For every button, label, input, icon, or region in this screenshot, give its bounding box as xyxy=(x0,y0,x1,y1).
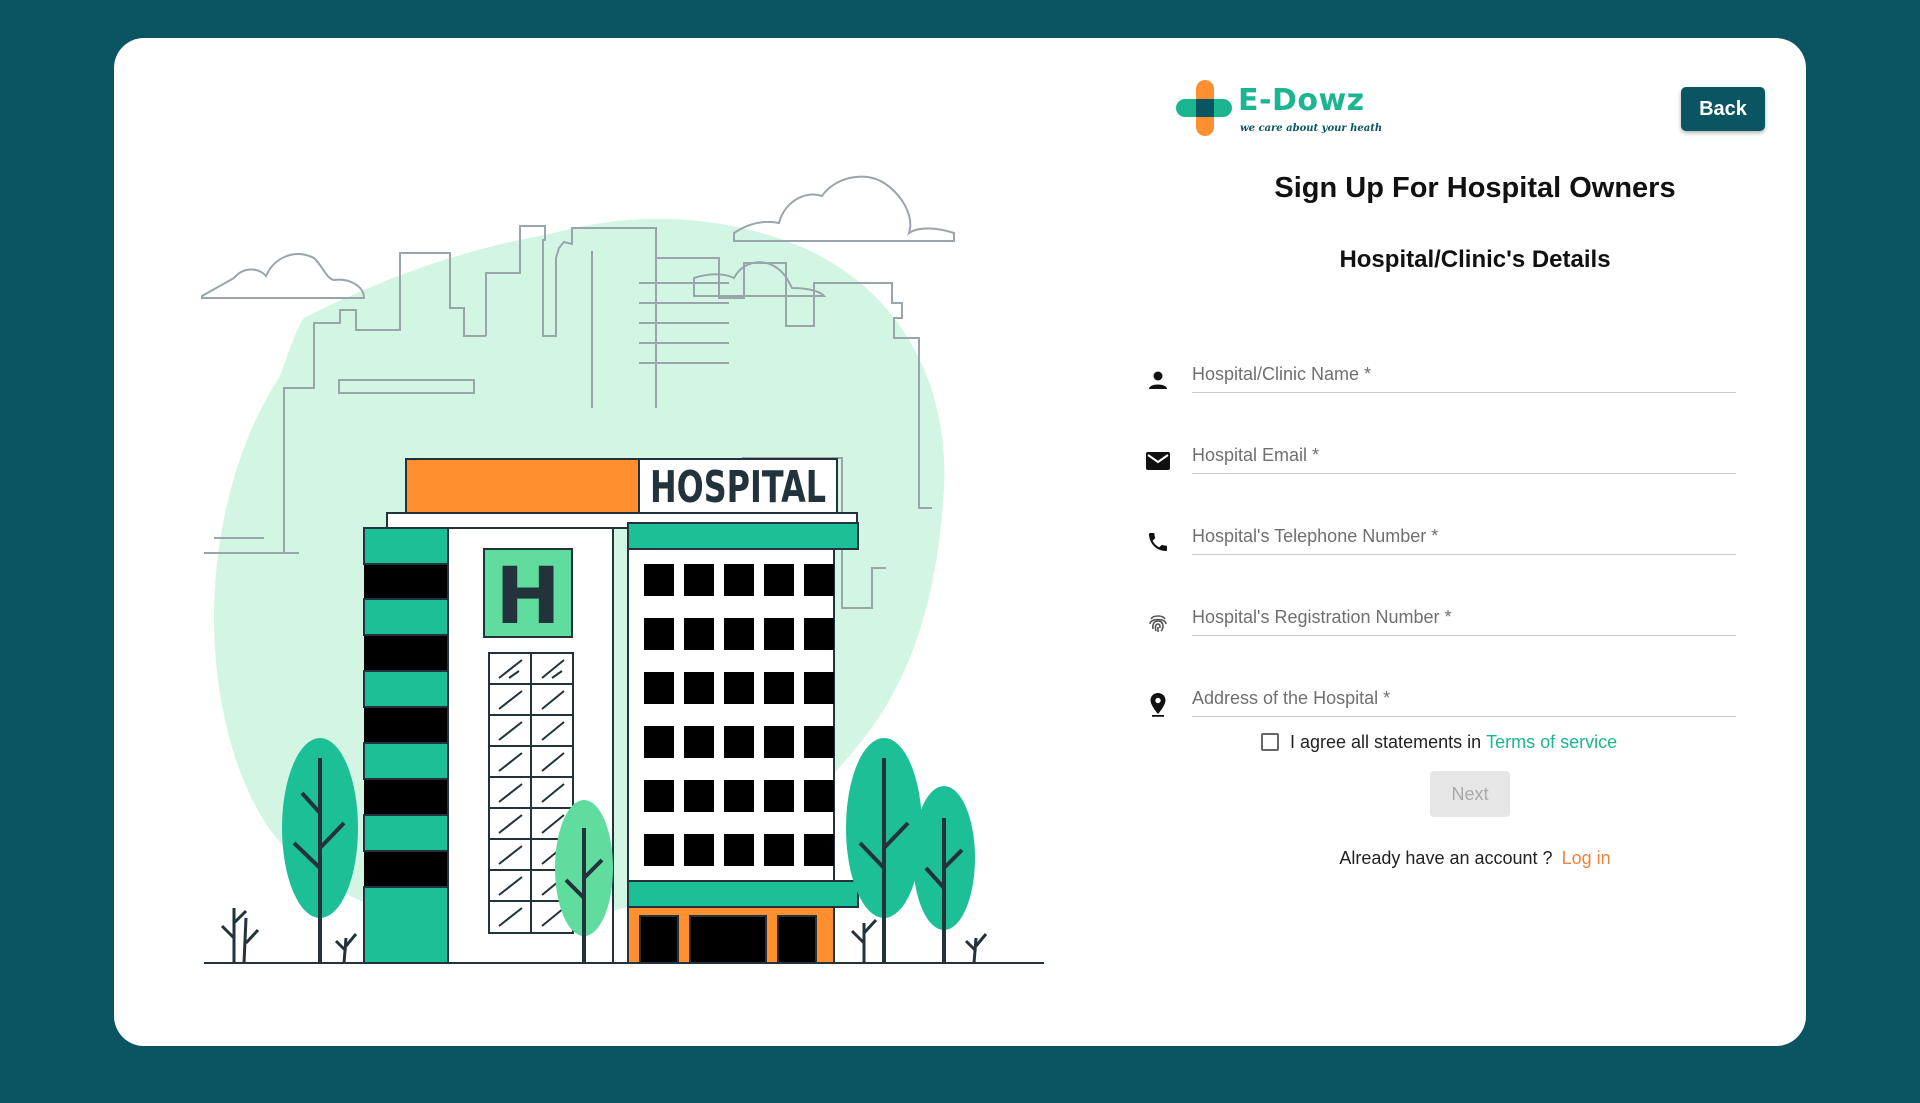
hospital-registration-input[interactable] xyxy=(1192,599,1736,636)
terms-text: I agree all statements in xyxy=(1290,731,1482,752)
hospital-sign-text: HOSPITAL xyxy=(650,462,826,513)
brand-name: E-Dowz xyxy=(1238,83,1365,118)
tree-right-1 xyxy=(846,738,922,963)
brand-logo[interactable]: E-Dowz we care about your heath xyxy=(1174,80,1394,140)
hospital-telephone-input[interactable] xyxy=(1192,518,1736,555)
sign-orange xyxy=(405,458,640,514)
terms-of-service-link[interactable]: Terms of service xyxy=(1486,732,1617,753)
hospital-name-input[interactable] xyxy=(1192,356,1736,393)
field-hospital-telephone xyxy=(1144,514,1806,564)
medical-cross-icon xyxy=(1176,80,1232,136)
section-title: Hospital/Clinic's Details xyxy=(1339,246,1611,273)
tree-left xyxy=(282,738,358,963)
fingerprint-icon xyxy=(1144,609,1172,637)
signup-card: H HOSPITAL E-Dowz we care about your hea… xyxy=(114,38,1806,1046)
location-pin-icon xyxy=(1144,690,1172,718)
right-top-band xyxy=(627,522,859,550)
mail-icon xyxy=(1144,447,1172,475)
hospital-illustration: H HOSPITAL xyxy=(201,175,1044,964)
brand-tagline: we care about your heath xyxy=(1240,123,1383,134)
login-link[interactable]: Log in xyxy=(1562,848,1611,868)
page-title: Sign Up For Hospital Owners xyxy=(1274,172,1676,204)
hospital-email-input[interactable] xyxy=(1192,437,1736,474)
login-prompt: Already have an account ? Log in xyxy=(1144,848,1806,869)
terms-checkbox[interactable] xyxy=(1261,733,1279,751)
field-hospital-address xyxy=(1144,676,1806,726)
person-icon xyxy=(1144,366,1172,394)
next-button[interactable]: Next xyxy=(1430,771,1510,817)
form-panel: E-Dowz we care about your heath Back Sig… xyxy=(1144,38,1806,1046)
hospital-address-input[interactable] xyxy=(1192,680,1736,717)
entrance xyxy=(627,906,835,964)
field-hospital-name xyxy=(1144,352,1806,402)
right-bottom-band xyxy=(627,880,859,908)
field-hospital-registration xyxy=(1144,595,1806,645)
login-prompt-text: Already have an account ? xyxy=(1339,848,1553,868)
back-button[interactable]: Back xyxy=(1681,87,1765,131)
h-letter: H xyxy=(495,552,560,642)
field-hospital-email xyxy=(1144,433,1806,483)
tree-right-2 xyxy=(913,786,975,963)
terms-agreement: I agree all statements in Terms of servi… xyxy=(1261,727,1617,757)
phone-icon xyxy=(1144,528,1172,556)
